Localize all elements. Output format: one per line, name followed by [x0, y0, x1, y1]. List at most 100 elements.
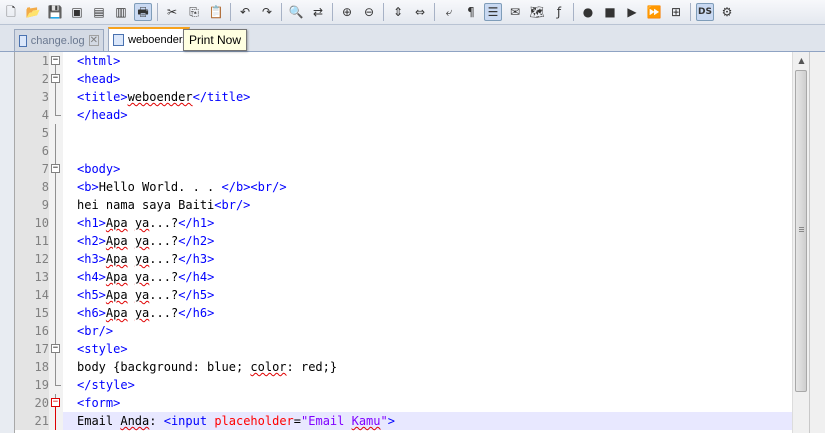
function-list-icon[interactable]: ƒ	[550, 3, 568, 21]
fold-margin: −	[49, 340, 63, 358]
line-number: 21	[15, 412, 49, 430]
code-line[interactable]: 10 <h1>Apa ya...?</h1>	[15, 214, 793, 232]
code-line[interactable]: 19 </style>	[15, 376, 793, 394]
plugin-icon[interactable]: ⚙	[718, 3, 736, 21]
fold-margin	[49, 412, 63, 430]
code-line[interactable]: 3 <title>weboender</title>	[15, 88, 793, 106]
fold-toggle-icon[interactable]: −	[51, 56, 60, 65]
save-icon[interactable]: 💾	[46, 3, 64, 21]
paste-icon[interactable]: 📋	[207, 3, 225, 21]
fold-margin	[49, 358, 63, 376]
code-text: <b>Hello World. . . </b><br/>	[77, 180, 287, 194]
line-number: 9	[15, 196, 49, 214]
toolbar-separator	[281, 3, 282, 21]
close-all-icon[interactable]: ▥	[112, 3, 130, 21]
save-all-icon[interactable]: ▣	[68, 3, 86, 21]
fold-toggle-icon[interactable]: −	[51, 344, 60, 353]
new-file-icon[interactable]: 🗋	[2, 3, 20, 21]
line-number: 20	[15, 394, 49, 412]
redo-icon[interactable]: ↷	[258, 3, 276, 21]
scrollbar-thumb[interactable]	[795, 70, 807, 392]
document-tab-bar: change.log ✕ weboender.	[0, 25, 825, 52]
sync-vertical-icon[interactable]: ⇕	[389, 3, 407, 21]
open-file-icon[interactable]: 📂	[24, 3, 42, 21]
code-text: <h5>Apa ya...?</h5>	[77, 288, 215, 302]
code-line[interactable]: 12 <h3>Apa ya...?</h3>	[15, 250, 793, 268]
line-number: 15	[15, 304, 49, 322]
save-macro-icon[interactable]: ⊞	[667, 3, 685, 21]
toolbar-separator	[434, 3, 435, 21]
code-line[interactable]: 16 <br/>	[15, 322, 793, 340]
code-text: <title>weboender</title>	[77, 90, 251, 104]
code-line[interactable]: 13 <h4>Apa ya...?</h4>	[15, 268, 793, 286]
close-tab-icon[interactable]: ✕	[88, 35, 99, 46]
code-text: <form>	[77, 396, 121, 410]
cut-icon[interactable]: ✂	[163, 3, 181, 21]
fold-toggle-icon[interactable]: −	[51, 74, 60, 83]
code-line[interactable]: 5	[15, 124, 793, 142]
zoom-in-icon[interactable]: ⊕	[338, 3, 356, 21]
close-icon[interactable]: ▤	[90, 3, 108, 21]
stop-macro-icon[interactable]: ■	[601, 3, 619, 21]
code-text: <h3>Apa ya...?</h3>	[77, 252, 215, 266]
undo-icon[interactable]: ↶	[236, 3, 254, 21]
code-editor[interactable]: 1− <html> 2− <head> 3 <title>weboender</title…	[14, 52, 793, 433]
code-line[interactable]: 8 <b>Hello World. . . </b><br/>	[15, 178, 793, 196]
find-icon[interactable]: 🔍	[287, 3, 305, 21]
code-line[interactable]: 9 hei nama saya Baiti<br/>	[15, 196, 793, 214]
print-icon[interactable]: 🖶	[134, 3, 152, 21]
sync-horizontal-icon[interactable]: ⇔	[411, 3, 429, 21]
line-number: 8	[15, 178, 49, 196]
code-line[interactable]: 4 </head>	[15, 106, 793, 124]
code-line[interactable]: 2− <head>	[15, 70, 793, 88]
left-panel-strip	[0, 52, 14, 433]
zoom-out-icon[interactable]: ⊖	[360, 3, 378, 21]
fold-margin: −	[49, 160, 63, 178]
fold-margin	[49, 214, 63, 232]
code-text: <h2>Apa ya...?</h2>	[77, 234, 215, 248]
code-text: body {background: blue; color: red;}	[77, 360, 338, 374]
fold-toggle-icon[interactable]: −	[51, 398, 60, 407]
fold-margin: −	[49, 52, 63, 70]
code-text: </head>	[77, 108, 128, 122]
toolbar-separator	[383, 3, 384, 21]
play-macro-icon[interactable]: ▶	[623, 3, 641, 21]
code-line[interactable]: 6	[15, 142, 793, 160]
code-line[interactable]: 15 <h6>Apa ya...?</h6>	[15, 304, 793, 322]
scroll-up-arrow-icon[interactable]: ▲	[793, 52, 810, 69]
record-macro-icon[interactable]: ●	[579, 3, 597, 21]
tab-weboender[interactable]: weboender.	[108, 27, 190, 51]
replace-icon[interactable]: ⇄	[309, 3, 327, 21]
code-line[interactable]: 20− <form>	[15, 394, 793, 412]
line-number: 16	[15, 322, 49, 340]
grip-line	[799, 227, 804, 228]
toolbar-separator	[230, 3, 231, 21]
code-line[interactable]: 1− <html>	[15, 52, 793, 70]
code-line[interactable]: 14 <h5>Apa ya...?</h5>	[15, 286, 793, 304]
line-number: 5	[15, 124, 49, 142]
line-number: 11	[15, 232, 49, 250]
fold-margin	[49, 142, 63, 160]
code-text: <h4>Apa ya...?</h4>	[77, 270, 215, 284]
document-map-icon[interactable]: 🗺	[528, 3, 546, 21]
user-language-icon[interactable]: ✉	[506, 3, 524, 21]
line-number: 6	[15, 142, 49, 160]
run-macro-multiple-icon[interactable]: ⏩	[645, 3, 663, 21]
fold-toggle-icon[interactable]: −	[51, 164, 60, 173]
code-line[interactable]: 21 Email Anda: <input placeholder="Email …	[15, 412, 793, 430]
tab-change-log[interactable]: change.log ✕	[14, 29, 104, 51]
word-wrap-icon[interactable]: ⤶	[440, 3, 458, 21]
code-line[interactable]: 17− <style>	[15, 340, 793, 358]
code-line[interactable]: 7− <body>	[15, 160, 793, 178]
indent-guide-icon[interactable]: ☰	[484, 3, 502, 21]
copy-icon[interactable]: ⎘	[185, 3, 203, 21]
code-line[interactable]: 18 body {background: blue; color: red;}	[15, 358, 793, 376]
code-text: hei nama saya Baiti<br/>	[77, 198, 251, 212]
fold-margin	[49, 286, 63, 304]
ds-plugin-icon[interactable]: DS	[696, 3, 714, 21]
right-panel-strip	[809, 52, 825, 433]
show-all-characters-icon[interactable]: ¶	[462, 3, 480, 21]
vertical-scrollbar[interactable]: ▲	[792, 52, 810, 433]
code-line[interactable]: 11 <h2>Apa ya...?</h2>	[15, 232, 793, 250]
fold-margin	[49, 178, 63, 196]
